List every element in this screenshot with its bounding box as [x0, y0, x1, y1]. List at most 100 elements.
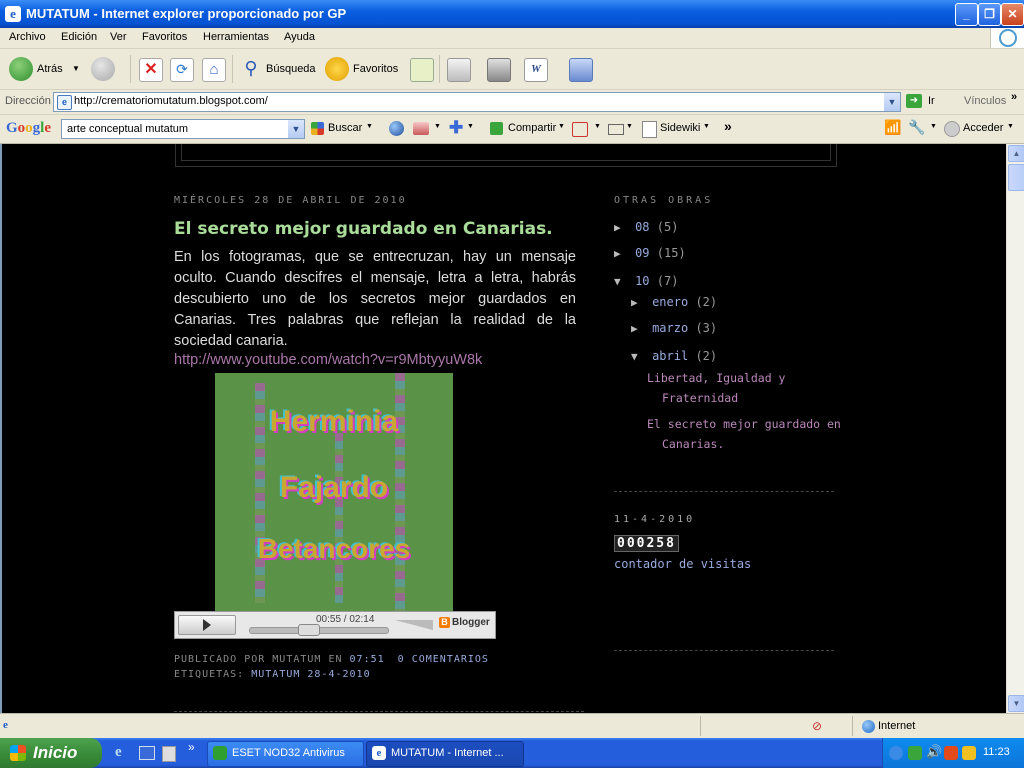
go-arrow-icon[interactable]: ➜	[906, 94, 922, 108]
chevron-icon[interactable]: »	[1011, 91, 1017, 103]
ie-quicklaunch-icon[interactable]: e	[115, 744, 122, 761]
archive-year-09[interactable]: ▶ 09 (15)	[614, 246, 686, 260]
menu-favoritos[interactable]: Favoritos	[142, 31, 187, 43]
desktop-quicklaunch-icon[interactable]	[139, 746, 155, 760]
task-eset[interactable]: ESET NOD32 Antivirus	[207, 741, 364, 767]
archive-year-10[interactable]: ▼ 10 (7)	[614, 274, 678, 288]
task-mutatum-ie[interactable]: e MUTATUM - Internet ...	[366, 741, 524, 767]
tray-alert-icon[interactable]	[962, 746, 976, 760]
blogger-logo[interactable]: B Blogger	[439, 617, 490, 628]
label-link[interactable]: MUTATUM 28-4-2010	[251, 669, 370, 680]
google-logo[interactable]: Google	[6, 120, 51, 137]
menu-edicion[interactable]: Edición	[61, 31, 97, 43]
autofill-dropdown-icon[interactable]: ▼	[626, 123, 633, 130]
vertical-scrollbar[interactable]: ▲ ▼	[1006, 144, 1024, 713]
acceder-dropdown-icon[interactable]: ▼	[1007, 123, 1014, 130]
links-label[interactable]: Vínculos	[964, 95, 1006, 107]
seek-knob[interactable]	[298, 624, 321, 636]
collapsed-triangle-icon[interactable]: ▶	[631, 296, 638, 309]
wrench-dropdown-icon[interactable]: ▼	[930, 123, 937, 130]
more-chevron-icon[interactable]: »	[724, 118, 732, 134]
start-button[interactable]: Inicio	[0, 738, 102, 768]
volume-icon[interactable]: 🔊	[926, 744, 942, 759]
compartir-button[interactable]: Compartir	[508, 122, 556, 134]
counter-label[interactable]: contador de visitas	[614, 557, 751, 571]
google-buscar-button[interactable]: Buscar	[328, 122, 362, 134]
stop-icon[interactable]: ✕	[139, 58, 163, 82]
favorites-star-icon[interactable]	[325, 57, 349, 81]
minimize-button[interactable]: _	[955, 3, 978, 26]
favorites-button[interactable]: Favoritos	[353, 63, 398, 75]
archive-month-abril[interactable]: ▼ abril (2)	[631, 349, 717, 363]
home-icon[interactable]: ⌂	[202, 58, 226, 82]
sidewiki-dropdown-icon[interactable]: ▼	[703, 123, 710, 130]
globe-icon[interactable]	[389, 121, 404, 136]
tray-close-icon[interactable]	[944, 746, 958, 760]
video-frame[interactable]: Herminia Fajardo Betancores	[215, 373, 453, 611]
maximize-button[interactable]: ❐	[978, 3, 1001, 26]
plus-icon[interactable]: ✚	[449, 118, 463, 138]
menu-ver[interactable]: Ver	[110, 31, 127, 43]
history-icon[interactable]	[410, 58, 434, 82]
back-dropdown-icon[interactable]: ▼	[72, 64, 80, 73]
archive-post-secreto[interactable]: El secreto mejor guardado en Canarias.	[647, 414, 852, 454]
popup-blocked-icon[interactable]: ⊘	[812, 719, 822, 733]
menu-archivo[interactable]: Archivo	[9, 31, 46, 43]
wrench-icon[interactable]: 🔧	[908, 119, 925, 136]
plus-dropdown-icon[interactable]: ▼	[467, 123, 474, 130]
sidewiki-button[interactable]: Sidewiki	[660, 122, 700, 134]
close-button[interactable]: ✕	[1001, 3, 1024, 26]
archive-month-enero[interactable]: ▶ enero (2)	[631, 295, 717, 309]
refresh-icon[interactable]: ⟳	[170, 58, 194, 82]
address-dropdown-icon[interactable]: ▼	[884, 93, 900, 111]
archive-month-marzo[interactable]: ▶ marzo (3)	[631, 321, 717, 335]
menu-ayuda[interactable]: Ayuda	[284, 31, 315, 43]
collapsed-triangle-icon[interactable]: ▶	[614, 221, 621, 234]
seek-bar[interactable]	[249, 624, 389, 636]
expanded-triangle-icon[interactable]: ▼	[614, 275, 621, 288]
address-input[interactable]: e http://crematoriomutatum.blogspot.com/…	[53, 92, 901, 112]
youtube-link[interactable]: http://www.youtube.com/watch?v=r9MbtyyuW…	[174, 352, 482, 368]
google-search-input[interactable]: arte conceptual mutatum ▼	[61, 119, 305, 139]
menu-herramientas[interactable]: Herramientas	[203, 31, 269, 43]
expanded-triangle-icon[interactable]: ▼	[631, 350, 638, 363]
post-title[interactable]: El secreto mejor guardado en Canarias.	[174, 219, 553, 239]
tray-back-icon[interactable]	[889, 746, 903, 760]
archive-post-libertad[interactable]: Libertad, Igualdad y Fraternidad	[647, 368, 852, 408]
post-time-link[interactable]: 07:51	[350, 654, 385, 665]
comments-link[interactable]: 0 COMENTARIOS	[398, 654, 489, 665]
visit-counter[interactable]: 000258	[614, 535, 679, 552]
scroll-up-icon[interactable]: ▲	[1008, 145, 1024, 162]
archive-year-08[interactable]: ▶ 08 (5)	[614, 220, 678, 234]
search-button[interactable]: Búsqueda	[266, 63, 316, 75]
popup-dropdown-icon[interactable]: ▼	[594, 123, 601, 130]
back-button[interactable]: Atrás	[37, 63, 63, 75]
buscar-dropdown-icon[interactable]: ▼	[366, 123, 373, 130]
mail-icon[interactable]	[447, 58, 471, 82]
title-bar[interactable]: e MUTATUM - Internet explorer proporcion…	[0, 0, 1024, 28]
bookmark-icon[interactable]	[413, 122, 429, 135]
clock[interactable]: 11:23	[983, 746, 1010, 758]
popup-blocker-icon[interactable]	[572, 122, 588, 137]
acceder-button[interactable]: Acceder	[963, 122, 1003, 134]
scroll-down-icon[interactable]: ▼	[1008, 695, 1024, 712]
compartir-dropdown-icon[interactable]: ▼	[558, 123, 565, 130]
edit-word-icon[interactable]: W	[524, 58, 548, 82]
play-button[interactable]	[178, 615, 236, 635]
collapsed-triangle-icon[interactable]: ▶	[631, 322, 638, 335]
google-dropdown-icon[interactable]: ▼	[288, 120, 304, 138]
scroll-thumb[interactable]	[1008, 164, 1024, 191]
go-button[interactable]: Ir	[928, 95, 935, 107]
forward-arrow-icon[interactable]	[91, 57, 115, 81]
autofill-icon[interactable]	[608, 124, 624, 135]
quicklaunch-chevron-icon[interactable]: »	[188, 740, 195, 754]
search-icon[interactable]: ⚲	[240, 58, 262, 80]
volume-slider[interactable]	[395, 620, 433, 630]
collapsed-triangle-icon[interactable]: ▶	[614, 247, 621, 260]
tray-eset-icon[interactable]	[908, 746, 922, 760]
research-icon[interactable]	[569, 58, 593, 82]
app-quicklaunch-icon[interactable]	[162, 746, 176, 762]
back-arrow-icon[interactable]	[9, 57, 33, 81]
bookmark-dropdown-icon[interactable]: ▼	[434, 123, 441, 130]
print-icon[interactable]	[487, 58, 511, 82]
